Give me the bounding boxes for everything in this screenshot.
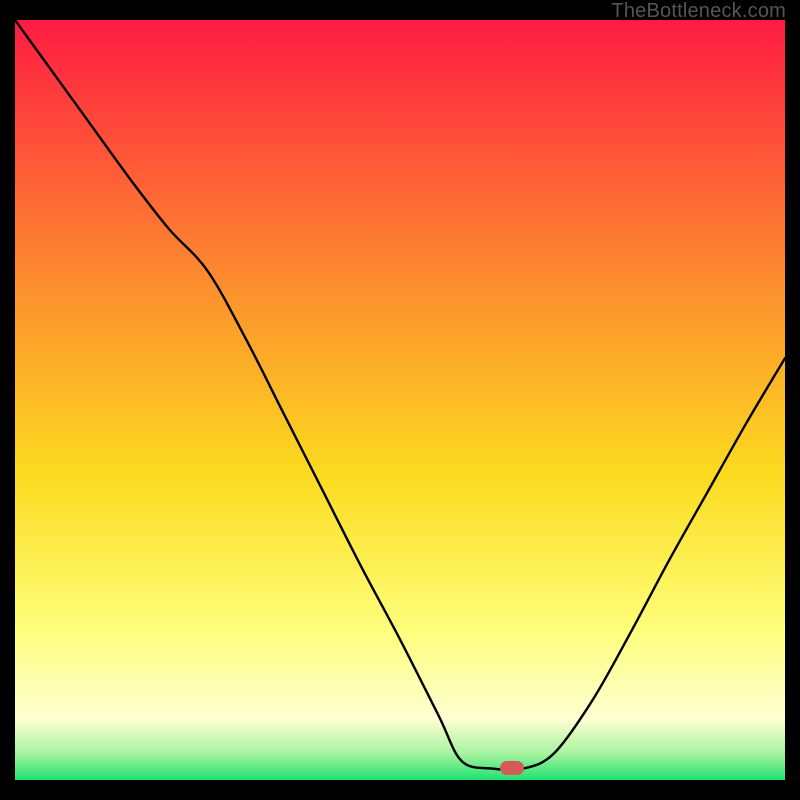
plot-svg [15,20,785,780]
watermark-text: TheBottleneck.com [611,0,786,23]
gradient-background [15,20,785,780]
chart-frame: TheBottleneck.com [0,0,800,800]
optimal-marker [500,761,524,775]
plot-area [15,20,785,780]
